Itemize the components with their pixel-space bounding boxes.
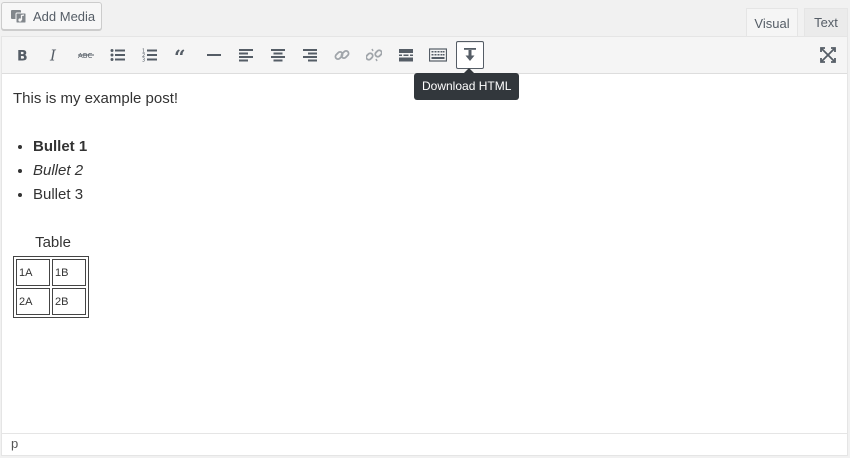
svg-text:3: 3 bbox=[142, 58, 145, 63]
list-item: Bullet 1 bbox=[33, 135, 833, 159]
fullscreen-icon bbox=[820, 47, 836, 63]
align-center-button[interactable] bbox=[264, 41, 292, 69]
read-more-button[interactable] bbox=[392, 41, 420, 69]
toolbar-toggle-button[interactable] bbox=[424, 41, 452, 69]
editor-toolbar: B I ABC 123 “ bbox=[2, 37, 847, 74]
insert-link-button[interactable] bbox=[328, 41, 356, 69]
fullscreen-button[interactable] bbox=[814, 41, 842, 69]
align-left-icon bbox=[239, 49, 253, 62]
list-item: Bullet 2 bbox=[33, 159, 833, 183]
editor-content[interactable]: This is my example post! Bullet 1 Bullet… bbox=[13, 87, 833, 318]
italic-bullet-text: Bullet 2 bbox=[33, 162, 84, 179]
quote-icon: “ bbox=[174, 48, 186, 62]
table-caption: Table bbox=[35, 234, 71, 251]
keyboard-icon bbox=[429, 48, 447, 62]
element-path[interactable]: p bbox=[11, 436, 18, 451]
table-cell: 1A bbox=[16, 259, 50, 286]
content-table: 1A 1B 2A 2B bbox=[13, 256, 89, 318]
strikethrough-icon: ABC bbox=[78, 52, 94, 60]
bullet-text: Bullet 3 bbox=[33, 186, 84, 203]
tab-visual[interactable]: Visual bbox=[746, 8, 798, 37]
horizontal-line-icon bbox=[207, 54, 221, 56]
svg-text:B: B bbox=[17, 49, 28, 63]
read-more-icon bbox=[399, 49, 413, 62]
remove-link-button[interactable] bbox=[360, 41, 388, 69]
table-cell: 1B bbox=[52, 259, 86, 286]
list-item: Bullet 3 bbox=[33, 183, 833, 207]
svg-text:I: I bbox=[49, 48, 57, 62]
horizontal-line-button[interactable] bbox=[200, 41, 228, 69]
bulleted-list-icon bbox=[110, 49, 125, 61]
top-bar: Add Media Visual Text bbox=[0, 0, 850, 37]
italic-icon: I bbox=[49, 48, 57, 62]
blockquote-button[interactable]: “ bbox=[168, 41, 196, 69]
download-html-button[interactable] bbox=[456, 41, 484, 69]
tab-text[interactable]: Text bbox=[804, 8, 848, 36]
content-table-wrapper: Table 1A 1B 2A 2B bbox=[13, 231, 93, 318]
element-path-status-bar: p bbox=[2, 433, 847, 455]
table-row: 1A 1B bbox=[16, 259, 86, 286]
add-media-button[interactable]: Add Media bbox=[1, 2, 102, 30]
table-cell: 2B bbox=[52, 288, 86, 315]
bulleted-list-button[interactable] bbox=[104, 41, 132, 69]
link-icon bbox=[334, 50, 350, 60]
download-icon bbox=[464, 48, 476, 61]
align-right-button[interactable] bbox=[296, 41, 324, 69]
bold-icon: B bbox=[17, 49, 28, 63]
bold-bullet-text: Bullet 1 bbox=[33, 138, 88, 155]
align-right-icon bbox=[303, 49, 317, 62]
table-cell: 2A bbox=[16, 288, 50, 315]
strikethrough-button[interactable]: ABC bbox=[72, 41, 100, 69]
italic-button[interactable]: I bbox=[40, 41, 68, 69]
align-left-button[interactable] bbox=[232, 41, 260, 69]
numbered-list-icon: 123 bbox=[142, 49, 157, 63]
download-html-tooltip: Download HTML bbox=[414, 68, 520, 100]
svg-text:ABC: ABC bbox=[78, 52, 92, 60]
numbered-list-button[interactable]: 123 bbox=[136, 41, 164, 69]
add-media-label: Add Media bbox=[33, 8, 96, 24]
unlink-icon bbox=[366, 48, 382, 62]
media-icon bbox=[10, 8, 28, 24]
svg-text:“: “ bbox=[174, 48, 186, 62]
bullet-list: Bullet 1 Bullet 2 Bullet 3 bbox=[13, 135, 833, 207]
table-row: 2A 2B bbox=[16, 288, 86, 315]
bold-button[interactable]: B bbox=[8, 41, 36, 69]
align-center-icon bbox=[271, 49, 285, 62]
